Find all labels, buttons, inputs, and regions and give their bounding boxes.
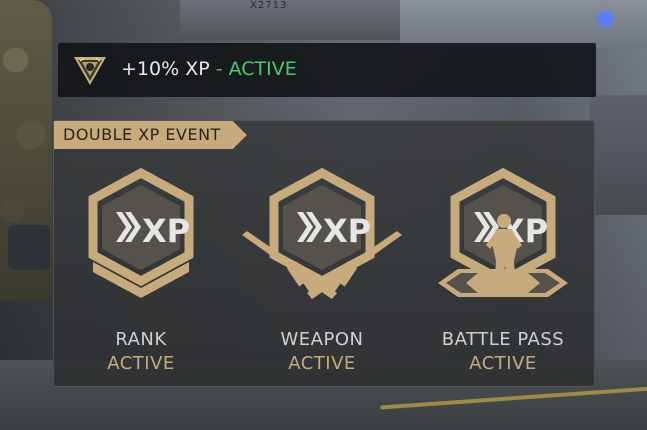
bonus-name: RANK: [115, 329, 167, 350]
xp-bonus-separator: -: [209, 58, 229, 80]
svg-text:XP: XP: [323, 212, 371, 250]
background-crate-right: [590, 95, 647, 215]
xp-bonus-banner: +10% XP - ACTIVE: [58, 43, 596, 97]
background-light-dot: [598, 12, 612, 26]
double-xp-event-panel: DOUBLE XP EVENT XP RANK ACTIVE XP WEAPON…: [53, 120, 595, 387]
bonus-status: ACTIVE: [107, 353, 175, 374]
bonus-name: BATTLE PASS: [441, 329, 565, 350]
bonus-name: WEAPON: [280, 329, 364, 350]
background-crate-code: X2713: [250, 0, 288, 11]
bonus-status: ACTIVE: [288, 353, 356, 374]
gold-triangle-emblem-icon: [74, 57, 106, 85]
bonus-card-battle-pass: XP BATTLE PASS ACTIVE: [418, 165, 588, 375]
xp-bonus-text: +10% XP - ACTIVE: [121, 58, 297, 80]
event-title-tag: DOUBLE XP EVENT: [54, 121, 247, 149]
xp-hexagon-crossed-rifles-icon: XP: [242, 167, 402, 299]
bonus-card-weapon: XP WEAPON ACTIVE: [237, 165, 407, 375]
xp-hexagon-chevron-icon: XP: [88, 167, 194, 298]
xp-bonus-amount: +10% XP: [121, 58, 210, 80]
bonus-status: ACTIVE: [469, 353, 537, 374]
xp-bonus-status: ACTIVE: [228, 58, 297, 80]
xp-hexagon-operator-icon: XP: [438, 167, 568, 297]
bonus-card-rank: XP RANK ACTIVE: [56, 165, 226, 375]
background-building: [400, 0, 647, 48]
svg-text:XP: XP: [142, 212, 190, 250]
background-boot: [8, 225, 50, 270]
